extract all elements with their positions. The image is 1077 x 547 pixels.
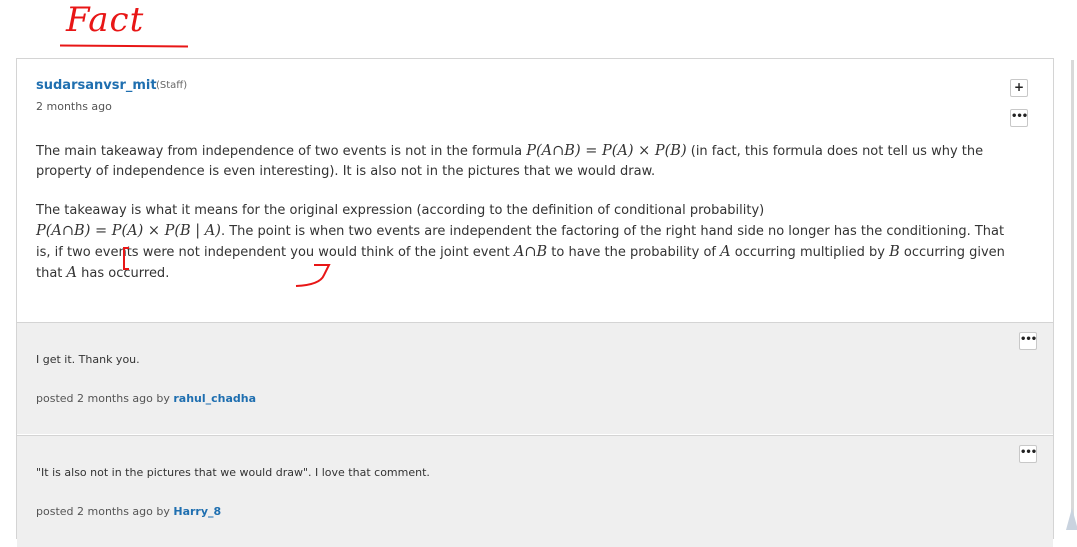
math-formula: P(A∩B) = P(A) × P(B) bbox=[526, 143, 687, 159]
comment-posted-label: posted 2 months ago by bbox=[36, 392, 174, 405]
post-timestamp: 2 months ago bbox=[36, 100, 112, 113]
red-start-bracket-annotation bbox=[123, 247, 129, 270]
post-paragraph-1: The main takeaway from independence of t… bbox=[36, 141, 1011, 182]
math-formula: A∩B bbox=[513, 244, 548, 260]
post-text: to have the probability of bbox=[547, 245, 721, 260]
math-formula: P(A∩B) = P(A) × P(B | A) bbox=[36, 223, 221, 239]
math-formula: A bbox=[720, 244, 731, 260]
post-text: occurring multiplied by bbox=[730, 245, 890, 260]
post-text: The takeaway is what it means for the or… bbox=[36, 203, 765, 218]
comment-2: ••• "It is also not in the pictures that… bbox=[17, 435, 1053, 547]
plus-icon[interactable]: + bbox=[1010, 79, 1028, 97]
red-end-mark-annotation bbox=[295, 264, 331, 287]
math-formula: B bbox=[889, 244, 900, 260]
comment-meta: posted 2 months ago by Harry_8 bbox=[36, 505, 221, 518]
post-author-link[interactable]: sudarsanvsr_mit bbox=[36, 78, 157, 93]
handwritten-underline bbox=[59, 44, 189, 48]
comment-author-link[interactable]: rahul_chadha bbox=[173, 392, 256, 405]
cursor-arrow-icon bbox=[1066, 508, 1077, 530]
comment-1: ••• I get it. Thank you. posted 2 months… bbox=[17, 322, 1053, 434]
comment-posted-label: posted 2 months ago by bbox=[36, 505, 174, 518]
comment-author-link[interactable]: Harry_8 bbox=[173, 505, 221, 518]
post-text: The main takeaway from independence of t… bbox=[36, 144, 527, 159]
post-paragraph-2: The takeaway is what it means for the or… bbox=[36, 201, 1011, 284]
comment-text: "It is also not in the pictures that we … bbox=[36, 466, 430, 479]
author-role-badge: (Staff) bbox=[156, 80, 188, 91]
math-formula: A bbox=[66, 265, 78, 281]
handwritten-fact-annotation: Fact bbox=[66, 0, 145, 40]
ellipsis-icon[interactable]: ••• bbox=[1010, 109, 1028, 127]
discussion-thread: sudarsanvsr_mit (Staff) 2 months ago + •… bbox=[16, 58, 1054, 547]
ellipsis-icon[interactable]: ••• bbox=[1019, 332, 1037, 350]
comment-meta: posted 2 months ago by rahul_chadha bbox=[36, 392, 256, 405]
ellipsis-icon[interactable]: ••• bbox=[1019, 445, 1037, 463]
scrollbar[interactable] bbox=[1071, 60, 1074, 520]
comment-text: I get it. Thank you. bbox=[36, 353, 140, 366]
